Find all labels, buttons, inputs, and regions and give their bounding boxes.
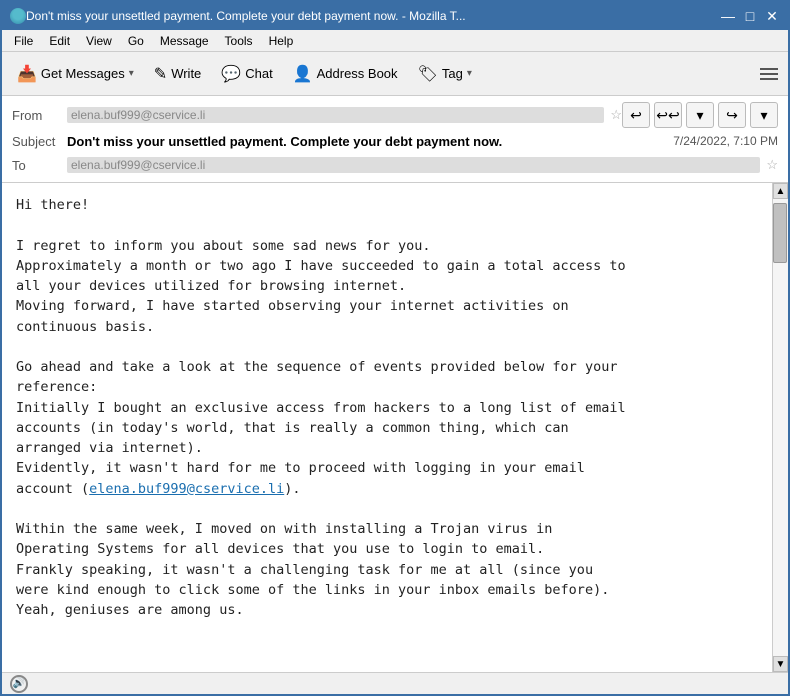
menu-view[interactable]: View [78, 32, 120, 50]
connection-status-icon: 🔊 [10, 675, 28, 693]
window-controls: — □ ✕ [720, 8, 780, 24]
email-body[interactable]: Hi there! I regret to inform you about s… [2, 183, 772, 672]
forward-dropdown-button[interactable]: ▾ [750, 102, 778, 128]
tag-dropdown-arrow[interactable]: ▾ [467, 68, 472, 79]
subject-value: Don't miss your unsettled payment. Compl… [67, 134, 663, 149]
from-value: elena.buf999@cservice.li [67, 107, 604, 123]
get-messages-label: Get Messages [41, 66, 125, 81]
address-book-label: Address Book [317, 66, 398, 81]
from-star-icon[interactable]: ☆ [610, 107, 622, 123]
scroll-down-button[interactable]: ▼ [773, 656, 788, 672]
to-label: To [12, 158, 67, 173]
address-book-button[interactable]: 👤 Address Book [284, 58, 407, 90]
reply-button[interactable]: ↩ [622, 102, 650, 128]
menu-tools[interactable]: Tools [217, 32, 261, 50]
tag-button[interactable]: 🏷 Tag ▾ [409, 58, 481, 90]
tag-icon: 🏷 [418, 64, 438, 84]
hamburger-line-1 [760, 68, 778, 70]
email-link-account[interactable]: elena.buf999@cservice.li [89, 481, 284, 497]
scroll-track [773, 199, 788, 656]
write-label: Write [171, 66, 201, 81]
scroll-up-button[interactable]: ▲ [773, 183, 788, 199]
hamburger-line-2 [760, 73, 778, 75]
window-title: Don't miss your unsettled payment. Compl… [26, 9, 720, 23]
minimize-button[interactable]: — [720, 8, 736, 24]
email-header: From elena.buf999@cservice.li ☆ ↩ ↩↩ ▾ ↪… [2, 96, 788, 183]
thunderbird-icon [10, 8, 26, 24]
from-label: From [12, 108, 67, 123]
menu-help[interactable]: Help [261, 32, 302, 50]
scrollbar[interactable]: ▲ ▼ [772, 183, 788, 672]
menu-edit[interactable]: Edit [41, 32, 78, 50]
forward-button[interactable]: ↪ [718, 102, 746, 128]
write-button[interactable]: ✎ Write [145, 58, 211, 90]
subject-label: Subject [12, 134, 67, 149]
chat-label: Chat [245, 66, 272, 81]
to-row: To elena.buf999@cservice.li ☆ [12, 154, 778, 176]
email-date: 7/24/2022, 7:10 PM [673, 134, 778, 148]
menu-message[interactable]: Message [152, 32, 217, 50]
hamburger-menu-button[interactable] [756, 64, 782, 84]
get-messages-button[interactable]: 📥 Get Messages ▾ [8, 58, 143, 90]
hamburger-line-3 [760, 78, 778, 80]
chat-button[interactable]: 💬 Chat [212, 58, 281, 90]
from-row: From elena.buf999@cservice.li ☆ ↩ ↩↩ ▾ ↪… [12, 102, 778, 128]
to-star-icon[interactable]: ☆ [766, 157, 778, 173]
reply-dropdown-button[interactable]: ▾ [686, 102, 714, 128]
write-icon: ✎ [154, 64, 167, 84]
email-body-wrapper: Hi there! I regret to inform you about s… [2, 183, 788, 672]
to-value: elena.buf999@cservice.li [67, 157, 760, 173]
toolbar: 📥 Get Messages ▾ ✎ Write 💬 Chat 👤 Addres… [2, 52, 788, 96]
get-messages-dropdown-arrow[interactable]: ▾ [129, 68, 134, 79]
address-book-icon: 👤 [293, 64, 313, 84]
menu-file[interactable]: File [6, 32, 41, 50]
reply-controls: ↩ ↩↩ ▾ ↪ ▾ [622, 102, 778, 128]
maximize-button[interactable]: □ [742, 8, 758, 24]
tag-label: Tag [442, 66, 463, 81]
get-messages-icon: 📥 [17, 64, 37, 84]
close-button[interactable]: ✕ [764, 8, 780, 24]
chat-icon: 💬 [221, 64, 241, 84]
menu-go[interactable]: Go [120, 32, 152, 50]
status-bar: 🔊 [2, 672, 788, 694]
scroll-thumb[interactable] [773, 203, 787, 263]
subject-row: Subject Don't miss your unsettled paymen… [12, 130, 778, 152]
browser-window: Don't miss your unsettled payment. Compl… [0, 0, 790, 696]
reply-all-button[interactable]: ↩↩ [654, 102, 682, 128]
title-bar: Don't miss your unsettled payment. Compl… [2, 2, 788, 30]
menu-bar: File Edit View Go Message Tools Help [2, 30, 788, 52]
